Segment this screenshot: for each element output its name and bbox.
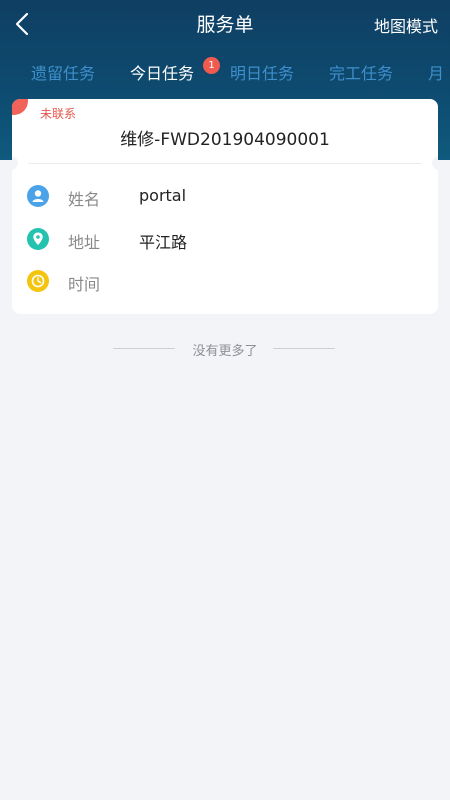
tab-tomorrow[interactable]: 明日任务 (230, 60, 294, 84)
no-more-indicator: 没有更多了 (0, 338, 450, 359)
card-notch-right (432, 156, 438, 170)
name-label: 姓名 (68, 190, 101, 209)
tab-today-badge: 1 (203, 57, 220, 74)
tab-completed[interactable]: 完工任务 (329, 60, 393, 84)
card-notch-left (12, 156, 18, 170)
location-icon (27, 228, 49, 250)
task-tabs: 遗留任务 今日任务 明日任务 完工任务 月 (0, 52, 450, 88)
name-value: portal (139, 186, 187, 205)
address-value: 平江路 (139, 233, 188, 252)
no-more-line-right (273, 348, 335, 349)
tab-leftover[interactable]: 遗留任务 (31, 60, 95, 84)
address-label: 地址 (68, 233, 101, 252)
time-label: 时间 (68, 275, 101, 294)
order-number: 维修-FWD201904090001 (120, 130, 330, 150)
clock-icon (27, 270, 49, 292)
order-card[interactable]: 未联系 维修-FWD201904090001 姓名 portal 地址 平江路 (12, 99, 438, 314)
no-more-text: 没有更多了 (192, 344, 258, 359)
nav-bar: 服务单 地图模式 (0, 0, 450, 44)
divider (28, 163, 422, 164)
status-badge: 未联系 (40, 107, 77, 121)
status-dot (12, 99, 28, 115)
person-icon (27, 185, 49, 207)
address-row: 地址 平江路 (12, 224, 438, 254)
map-mode-button[interactable]: 地图模式 (374, 13, 438, 37)
time-row: 时间 (12, 266, 438, 296)
tab-more[interactable]: 月 (428, 60, 444, 84)
name-row: 姓名 portal (12, 181, 438, 211)
tab-today[interactable]: 今日任务 (130, 60, 194, 84)
